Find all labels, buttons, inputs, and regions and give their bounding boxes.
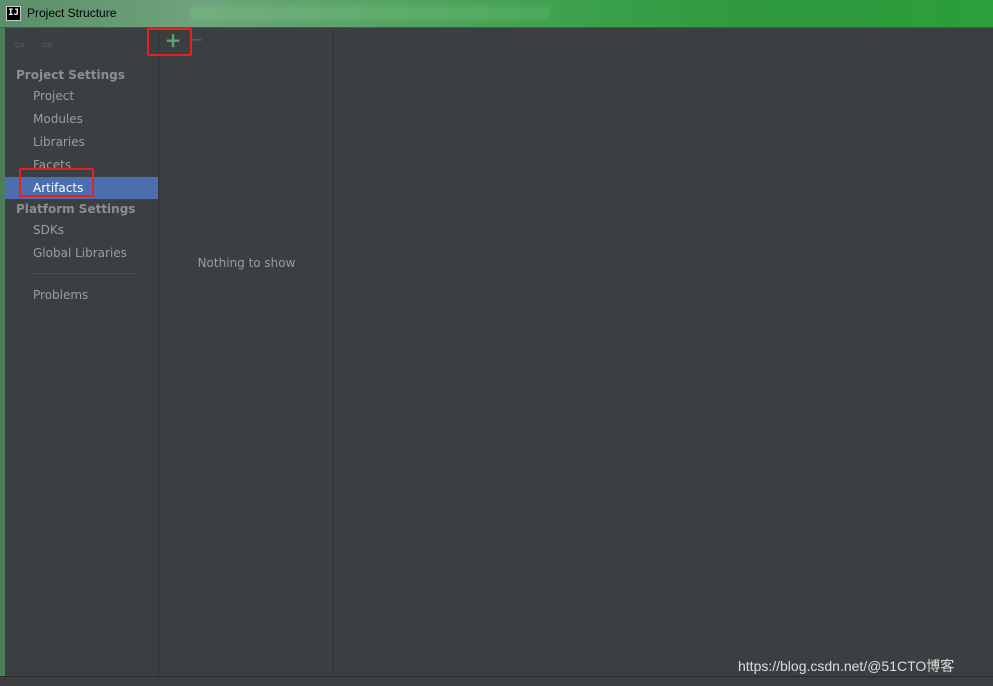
history-navigation: ⇦ ⇨ xyxy=(14,38,66,53)
sidebar-item-project[interactable]: Project xyxy=(5,85,158,107)
detail-pane xyxy=(334,28,993,676)
minus-icon[interactable]: − xyxy=(190,31,204,49)
sidebar-separator xyxy=(33,273,138,274)
empty-list-message: Nothing to show xyxy=(197,256,296,270)
sidebar-item-modules[interactable]: Modules xyxy=(5,108,158,130)
arrow-right-icon[interactable]: ⇨ xyxy=(42,39,56,53)
sidebar-item-problems[interactable]: Problems xyxy=(5,284,158,306)
window-title: Project Structure xyxy=(27,6,117,20)
artifacts-highlight xyxy=(19,168,94,197)
titlebar-background-glow xyxy=(190,6,550,20)
watermark-text: https://blog.csdn.net/@51CTO博客 xyxy=(738,658,955,674)
intellij-app-icon: IJ xyxy=(6,6,21,21)
sidebar-item-global-libraries[interactable]: Global Libraries xyxy=(5,242,158,264)
sidebar-item-sdks[interactable]: SDKs xyxy=(5,219,158,241)
section-header-platform-settings: Platform Settings xyxy=(16,202,136,216)
section-header-project-settings: Project Settings xyxy=(16,68,125,82)
artifacts-list-panel: + − Nothing to show xyxy=(159,28,334,676)
settings-sidebar: ⇦ ⇨ Project Settings Project Modules Lib… xyxy=(5,28,159,676)
arrow-left-icon[interactable]: ⇦ xyxy=(14,39,28,53)
sidebar-item-libraries[interactable]: Libraries xyxy=(5,131,158,153)
window-titlebar[interactable]: IJ Project Structure xyxy=(0,0,993,28)
add-button-highlight xyxy=(147,28,192,56)
